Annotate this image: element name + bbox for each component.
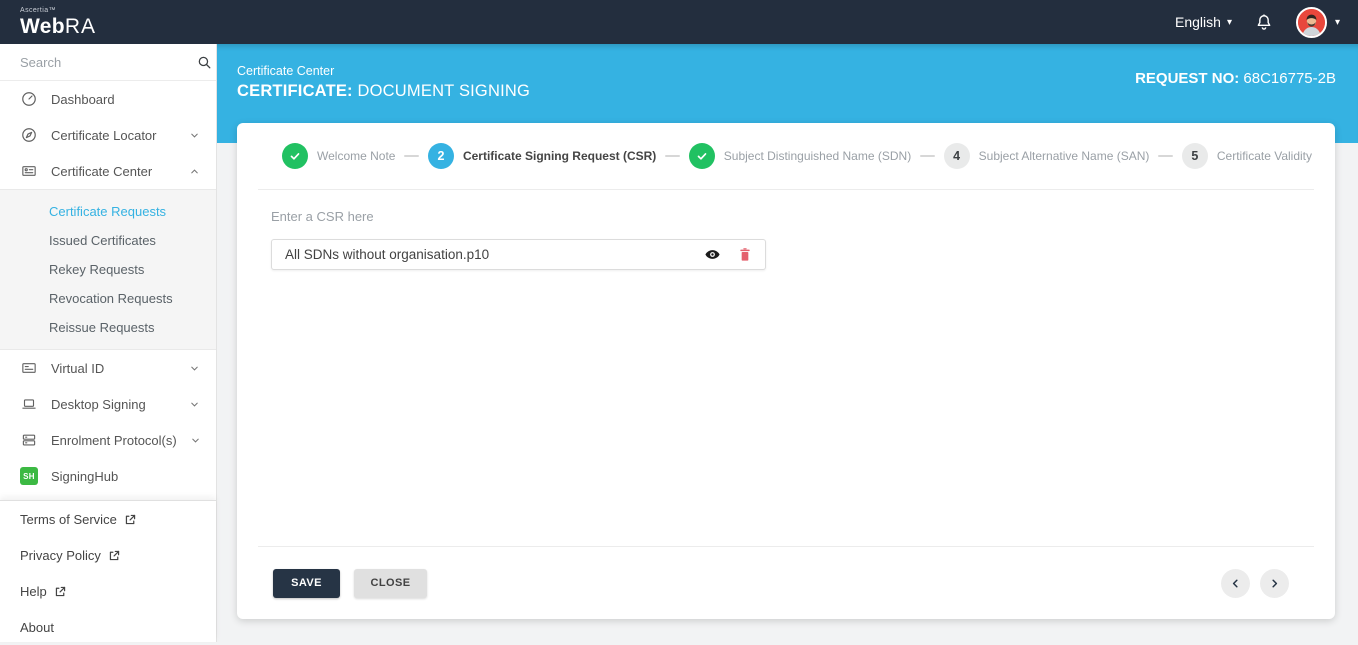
chevron-down-icon	[189, 130, 200, 141]
csr-file-name: All SDNs without organisation.p10	[285, 247, 490, 262]
chevron-down-icon	[189, 363, 200, 374]
search-input[interactable]	[20, 54, 196, 70]
sidebar-item-label: Enrolment Protocol(s)	[51, 432, 177, 448]
sidebar-item-dashboard[interactable]: Dashboard	[0, 81, 216, 117]
sidebar-item-signinghub[interactable]: SH SigningHub	[0, 458, 216, 494]
previous-step-button[interactable]	[1221, 568, 1250, 598]
help-link[interactable]: Help	[20, 573, 216, 609]
check-icon	[282, 143, 308, 169]
sidebar-item-certificate-center[interactable]: Certificate Center	[0, 153, 216, 189]
certificate-card-icon	[20, 162, 38, 180]
sidebar-item-reissue-requests[interactable]: Reissue Requests	[0, 313, 216, 342]
sidebar-item-label: Dashboard	[51, 91, 115, 107]
chevron-up-icon	[189, 166, 200, 177]
gauge-icon	[20, 90, 38, 108]
language-selector[interactable]: English ▾	[1175, 14, 1232, 30]
chevron-down-icon	[190, 435, 201, 446]
step-connector	[404, 155, 419, 157]
csr-file-field[interactable]: All SDNs without organisation.p10	[271, 239, 766, 270]
signinghub-icon: SH	[20, 467, 38, 485]
sidebar: Dashboard Certificate Locator Certificat…	[0, 44, 217, 642]
external-link-icon	[108, 549, 121, 562]
privacy-policy-link[interactable]: Privacy Policy	[20, 537, 216, 573]
laptop-icon	[20, 395, 38, 413]
compass-icon	[20, 126, 38, 144]
brand-company: Ascertia™	[20, 7, 56, 14]
delete-csr-trash-icon[interactable]	[738, 247, 752, 263]
brand-name: WebRA	[20, 15, 97, 38]
chevron-down-icon: ▾	[1226, 16, 1232, 28]
chevron-down-icon: ▾	[1334, 16, 1340, 28]
sidebar-item-desktop-signing[interactable]: Desktop Signing	[0, 386, 216, 422]
avatar	[1295, 6, 1327, 38]
step-csr[interactable]: 2 Certificate Signing Request (CSR)	[427, 143, 656, 169]
notifications-bell-icon[interactable]	[1254, 12, 1274, 32]
view-csr-eye-icon[interactable]	[704, 246, 721, 263]
user-menu[interactable]: ▾	[1295, 6, 1340, 38]
next-step-button[interactable]	[1260, 568, 1289, 598]
sidebar-nav: Dashboard Certificate Locator Certificat…	[0, 81, 216, 530]
step-welcome-note[interactable]: Welcome Note	[282, 143, 395, 169]
step-number: 4	[943, 143, 970, 169]
step-validity[interactable]: 5 Certificate Validity	[1181, 143, 1312, 169]
check-icon	[688, 143, 715, 169]
sidebar-footer: Terms of Service Privacy Policy Help Abo…	[0, 500, 216, 642]
server-stack-icon	[20, 431, 38, 449]
app-logo[interactable]: Ascertia™ WebRA	[20, 7, 96, 37]
sidebar-item-label: Certificate Center	[51, 163, 153, 179]
close-button[interactable]: CLOSE	[354, 568, 427, 598]
language-label: English	[1175, 14, 1221, 30]
external-link-icon	[124, 513, 137, 526]
sidebar-item-issued-certificates[interactable]: Issued Certificates	[0, 226, 216, 255]
sidebar-item-label: SigningHub	[51, 468, 119, 484]
sidebar-item-certificate-requests[interactable]: Certificate Requests	[0, 197, 216, 226]
sidebar-item-enrolment-protocols[interactable]: Enrolment Protocol(s)	[0, 422, 216, 458]
step-number: 2	[427, 143, 454, 169]
topbar: Ascertia™ WebRA English ▾ ▾	[0, 0, 1358, 44]
csr-field-label: Enter a CSR here	[271, 209, 374, 224]
step-number: 5	[1181, 143, 1208, 169]
wizard-stepper: Welcome Note 2 Certificate Signing Reque…	[258, 123, 1314, 190]
sidebar-item-virtual-id[interactable]: Virtual ID	[0, 350, 216, 386]
sidebar-search	[0, 44, 216, 81]
chevron-down-icon	[189, 399, 200, 410]
search-icon[interactable]	[196, 54, 213, 71]
sidebar-item-revocation-requests[interactable]: Revocation Requests	[0, 284, 216, 313]
external-link-icon	[54, 585, 67, 598]
sidebar-item-label: Certificate Locator	[51, 127, 157, 143]
chevron-left-icon	[1232, 578, 1238, 588]
breadcrumb: Certificate Center	[237, 64, 335, 78]
page-title: CERTIFICATE: DOCUMENT SIGNING	[237, 82, 531, 100]
step-san[interactable]: 4 Subject Alternative Name (SAN)	[943, 143, 1149, 169]
sidebar-item-label: Desktop Signing	[51, 396, 146, 412]
save-button[interactable]: SAVE	[273, 568, 340, 598]
sidebar-item-rekey-requests[interactable]: Rekey Requests	[0, 255, 216, 284]
step-connector	[1158, 155, 1173, 157]
certificate-center-submenu: Certificate Requests Issued Certificates…	[0, 189, 216, 350]
sidebar-item-certificate-locator[interactable]: Certificate Locator	[0, 117, 216, 153]
about-link[interactable]: About	[20, 609, 216, 645]
sidebar-item-label: Virtual ID	[51, 360, 105, 376]
csr-form: Enter a CSR here All SDNs without organi…	[237, 190, 1335, 546]
step-connector	[920, 155, 935, 157]
terms-of-service-link[interactable]: Terms of Service	[20, 501, 216, 537]
chevron-right-icon	[1272, 578, 1278, 588]
main-content: Certificate Center CERTIFICATE: DOCUMENT…	[217, 44, 1358, 642]
id-card-icon	[20, 359, 38, 377]
step-connector	[665, 155, 680, 157]
wizard-card: Welcome Note 2 Certificate Signing Reque…	[237, 123, 1335, 619]
step-sdn[interactable]: Subject Distinguished Name (SDN)	[688, 143, 911, 169]
wizard-footer: SAVE CLOSE	[258, 546, 1314, 619]
